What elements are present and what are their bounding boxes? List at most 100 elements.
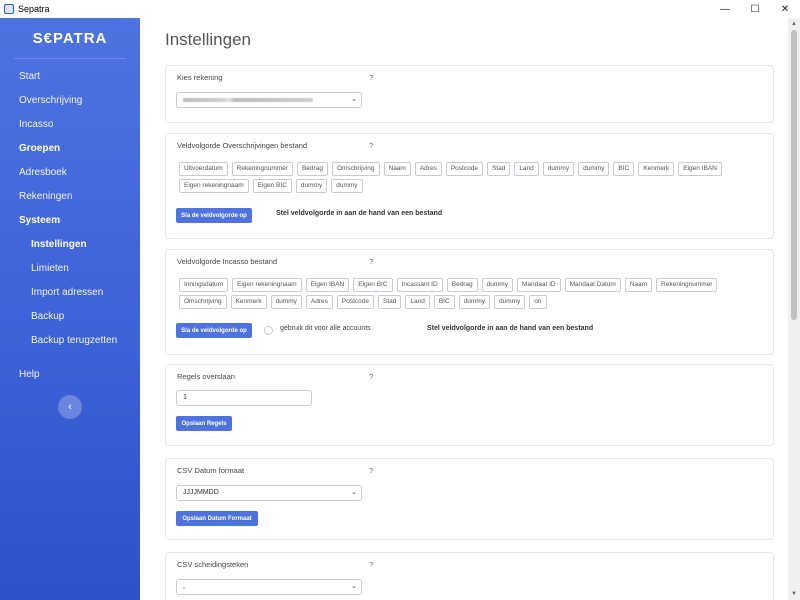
minimize-button[interactable]: —	[710, 0, 740, 18]
order-debit-field-chip[interactable]: Inningsdatum	[179, 278, 229, 292]
window-title: Sepatra	[18, 4, 50, 14]
save-skip-rows-button[interactable]: Opslaan Regels	[176, 416, 232, 431]
card-skip-rows: Regels overslaan ? 1 Opslaan Regels	[165, 364, 774, 446]
order-transfers-field-chip[interactable]: Eigen IBAN	[678, 162, 722, 176]
account-select[interactable]: ⌄	[176, 92, 362, 108]
order-transfers-field-chip[interactable]: Kenmerk	[638, 162, 675, 176]
date-format-value: JJJJMMDD	[183, 489, 219, 496]
skip-rows-input[interactable]: 1	[176, 390, 312, 406]
order-debit-note: Stel veldvolgorde in aan de hand van een…	[427, 325, 594, 332]
order-transfers-field-chip[interactable]: Stad	[486, 162, 511, 176]
order-transfers-field-chip[interactable]: Uitvoerdatum	[179, 162, 228, 176]
sidebar-subitem-limieten[interactable]: Limieten	[0, 257, 140, 281]
order-transfers-field-chip[interactable]: Eigen rekeningnaam	[179, 179, 249, 193]
order-transfers-field-chip[interactable]: Eigen BIC	[252, 179, 292, 193]
help-icon[interactable]: ?	[369, 73, 373, 82]
save-date-format-button[interactable]: Opslaan Datum Formaat	[176, 511, 258, 526]
order-debit-field-chip[interactable]: dummy	[270, 295, 302, 309]
order-debit-field-chip[interactable]: on	[529, 295, 547, 309]
order-transfers-field-chip[interactable]: dummy	[331, 179, 363, 193]
order-debit-field-chip[interactable]: Rekeningnummer	[656, 278, 718, 292]
main-content: Instellingen Kies rekening ? ⌄ Veldvolgo…	[140, 18, 788, 600]
order-transfers-field-chip[interactable]: Land	[514, 162, 539, 176]
skip-rows-label: Regels overslaan	[177, 372, 235, 381]
sidebar-subitem-backup[interactable]: Backup	[0, 305, 140, 329]
order-debit-field-chip[interactable]: Eigen IBAN	[305, 278, 350, 292]
window-titlebar: Sepatra — ☐ ✕	[0, 0, 800, 18]
order-debit-field-chip[interactable]: Mandaat ID	[516, 278, 561, 292]
account-label: Kies rekening	[177, 73, 223, 82]
card-account: Kies rekening ? ⌄	[165, 65, 774, 123]
order-debit-label: Veldvolgorde Incasso bestand	[177, 257, 278, 266]
order-debit-field-chip[interactable]: Eigen rekeningnaam	[232, 278, 302, 292]
order-transfers-field-chip[interactable]: Adres	[414, 162, 442, 176]
sidebar-subitem-backup-terugzetten[interactable]: Backup terugzetten	[0, 329, 140, 353]
card-order-debit: Veldvolgorde Incasso bestand ? Inningsda…	[165, 249, 774, 355]
order-transfers-field-chip[interactable]: dummy	[578, 162, 610, 176]
scroll-down-icon[interactable]: ▼	[788, 588, 800, 600]
sidebar-item-rekeningen[interactable]: Rekeningen	[0, 185, 140, 209]
save-order-debit-button[interactable]: Sla de veldvolgorde op	[176, 323, 252, 338]
order-debit-field-chip[interactable]: Postcode	[336, 295, 374, 309]
order-transfers-field-chip[interactable]: dummy	[295, 179, 328, 193]
sidebar-item-systeem[interactable]: Systeem	[0, 209, 140, 233]
sidebar-item-overschrijving[interactable]: Overschrijving	[0, 89, 140, 113]
order-debit-field-chip[interactable]: Bedrag	[446, 278, 478, 292]
order-debit-fields: Inningsdatum Eigen rekeningnaam Eigen IBAN…	[179, 278, 749, 309]
order-debit-field-chip[interactable]: BIC	[433, 295, 455, 309]
date-format-label: CSV Datum formaat	[177, 466, 245, 475]
card-date-format: CSV Datum formaat ? JJJJMMDD ⌄ Opslaan D…	[165, 458, 774, 540]
order-transfers-fields: Uitvoerdatum Rekeningnummer Bedrag Omschrij…	[179, 162, 749, 193]
all-accounts-checkbox[interactable]	[264, 326, 273, 335]
order-transfers-field-chip[interactable]: Postcode	[445, 162, 483, 176]
separator-select[interactable]: , ⌄	[176, 579, 362, 595]
sidebar-collapse-button[interactable]: ‹	[58, 395, 82, 419]
order-debit-field-chip[interactable]: dummy	[493, 295, 526, 309]
help-icon[interactable]: ?	[369, 372, 373, 381]
order-transfers-field-chip[interactable]: Bedrag	[296, 162, 328, 176]
order-transfers-field-chip[interactable]: Omschrijving	[331, 162, 380, 176]
account-value-redacted	[183, 98, 313, 102]
order-transfers-label: Veldvolgorde Overschrijvingen bestand	[177, 141, 308, 150]
order-debit-field-chip[interactable]: Incassant ID	[396, 278, 443, 292]
scroll-up-icon[interactable]: ▲	[788, 18, 800, 30]
help-icon[interactable]: ?	[369, 466, 373, 475]
date-format-select[interactable]: JJJJMMDD ⌄	[176, 485, 362, 501]
vertical-scrollbar[interactable]: ▲ ▼	[788, 18, 800, 600]
maximize-button[interactable]: ☐	[740, 0, 770, 18]
order-debit-field-chip[interactable]: Naam	[624, 278, 653, 292]
chevron-down-icon: ⌄	[351, 489, 357, 496]
card-order-transfers: Veldvolgorde Overschrijvingen bestand ? …	[165, 133, 774, 239]
sidebar-item-adresboek[interactable]: Adresboek	[0, 161, 140, 185]
save-order-transfers-button[interactable]: Sla de veldvolgorde op	[176, 208, 252, 223]
sidebar-item-incasso[interactable]: Incasso	[0, 113, 140, 137]
separator-value: ,	[183, 583, 185, 590]
order-debit-field-chip[interactable]: dummy	[458, 295, 490, 309]
order-transfers-note: Stel veldvolgorde in aan de hand van een…	[276, 210, 443, 217]
help-icon[interactable]: ?	[369, 560, 373, 569]
help-icon[interactable]: ?	[369, 141, 373, 150]
order-debit-field-chip[interactable]: Land	[405, 295, 430, 309]
order-debit-field-chip[interactable]: Mandaat Datum	[564, 278, 621, 292]
order-debit-field-chip[interactable]: Adres	[305, 295, 333, 309]
order-transfers-field-chip[interactable]: dummy	[542, 162, 575, 176]
sidebar-subitem-instellingen[interactable]: Instellingen	[0, 233, 140, 257]
order-debit-field-chip[interactable]: Eigen BIC	[353, 278, 393, 292]
order-transfers-field-chip[interactable]: Naam	[383, 162, 411, 176]
order-transfers-field-chip[interactable]: BIC	[613, 162, 635, 176]
brand-logo[interactable]: S€PATRA	[0, 18, 140, 54]
chevron-down-icon: ⌄	[351, 583, 357, 590]
order-debit-field-chip[interactable]: Kenmerk	[230, 295, 267, 309]
close-button[interactable]: ✕	[770, 0, 800, 18]
sidebar: S€PATRA Start Overschrijving Incasso Gro…	[0, 18, 140, 600]
order-transfers-field-chip[interactable]: Rekeningnummer	[231, 162, 293, 176]
scrollbar-thumb[interactable]	[791, 30, 797, 320]
sidebar-item-start[interactable]: Start	[0, 65, 140, 89]
sidebar-item-groepen[interactable]: Groepen	[0, 137, 140, 161]
sidebar-subitem-import-adressen[interactable]: Import adressen	[0, 281, 140, 305]
order-debit-field-chip[interactable]: Stad	[377, 295, 402, 309]
order-debit-field-chip[interactable]: Omschrijving	[179, 295, 227, 309]
help-icon[interactable]: ?	[369, 257, 373, 266]
order-debit-field-chip[interactable]: dummy	[481, 278, 513, 292]
sidebar-item-help[interactable]: Help	[0, 363, 140, 387]
